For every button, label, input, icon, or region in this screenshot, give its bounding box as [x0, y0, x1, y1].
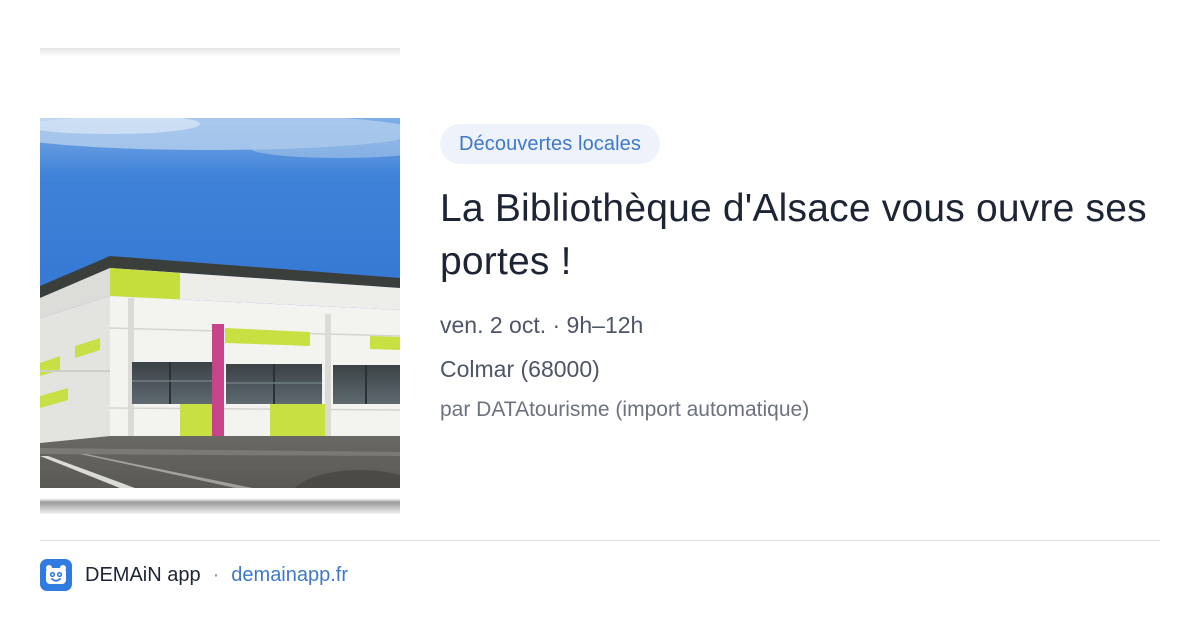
demain-app-icon[interactable] [40, 559, 72, 591]
event-source: par DATAtourisme (import automatique) [440, 398, 810, 421]
event-photo[interactable] [40, 118, 400, 514]
photo-top-edge [40, 48, 400, 72]
category-badge[interactable]: Découvertes locales [440, 124, 660, 164]
app-domain-link[interactable]: demainapp.fr [231, 564, 348, 587]
building-photo-icon [40, 118, 400, 514]
event-datetime: ven. 2 oct. · 9h–12h [440, 312, 644, 338]
event-card[interactable]: Découvertes locales La Bibliothèque d'Al… [0, 0, 1200, 630]
photo-bottom-edge [40, 488, 400, 514]
event-photo-frame [40, 48, 400, 514]
mascot-icon [46, 565, 66, 584]
footer: DEMAiN app · demainapp.fr [40, 558, 348, 592]
event-location: Colmar (68000) [440, 356, 600, 382]
footer-separator: · [212, 563, 220, 586]
app-name: DEMAiN app [85, 563, 201, 586]
event-title[interactable]: La Bibliothèque d'Alsace vous ouvre ses … [440, 182, 1180, 288]
footer-divider [40, 540, 1160, 541]
event-details: Découvertes locales La Bibliothèque d'Al… [440, 124, 1180, 424]
